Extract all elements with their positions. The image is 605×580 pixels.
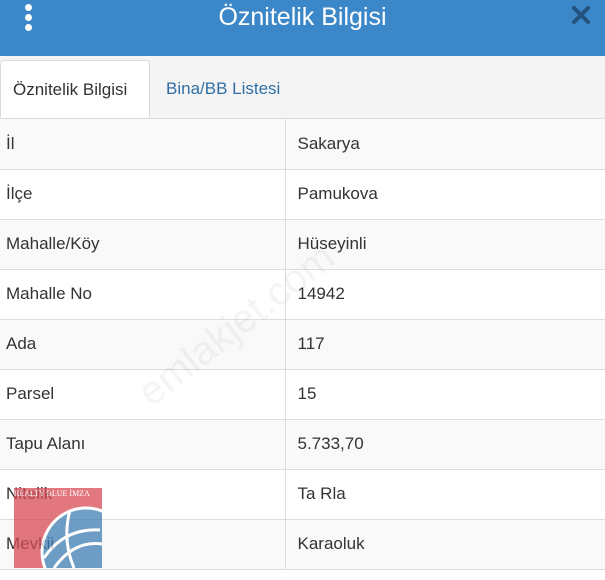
attribute-value: Hüseyinli	[285, 219, 605, 270]
attribute-value: Pamukova	[285, 169, 605, 220]
table-row: Tapu Alanı 5.733,70	[0, 419, 605, 470]
attribute-key: Nitelik	[0, 469, 286, 520]
attribute-value: Karaoluk	[285, 519, 605, 570]
tab-building-list[interactable]: Bina/BB Listesi	[152, 60, 294, 118]
attribute-key: Tapu Alanı	[0, 419, 286, 470]
attribute-value: Ta Rla	[285, 469, 605, 520]
dialog-title: Öznitelik Bilgisi	[218, 3, 387, 31]
tab-bar: Öznitelik Bilgisi Bina/BB Listesi	[0, 56, 605, 119]
attribute-key: Mahalle No	[0, 269, 286, 320]
table-row: İl Sakarya	[0, 119, 605, 170]
attribute-value: 14942	[285, 269, 605, 320]
table-row: Parsel 15	[0, 369, 605, 420]
attribute-value: Sakarya	[285, 119, 605, 170]
table-row: İlçe Pamukova	[0, 169, 605, 220]
attribute-key: İl	[0, 119, 286, 170]
attribute-key: Ada	[0, 319, 286, 370]
table-row: Mahalle/Köy Hüseyinli	[0, 219, 605, 270]
table-row: Mahalle No 14942	[0, 269, 605, 320]
title-bar: Öznitelik Bilgisi	[0, 0, 605, 56]
attribute-key: Mevkii	[0, 519, 286, 570]
attribute-value: 5.733,70	[285, 419, 605, 470]
table-row: Nitelik Ta Rla	[0, 469, 605, 520]
table-row: Ada 117	[0, 319, 605, 370]
attribute-key: Mahalle/Köy	[0, 219, 286, 270]
attribute-value: 117	[285, 319, 605, 370]
table-row: Mevkii Karaoluk	[0, 519, 605, 570]
close-icon[interactable]	[568, 2, 594, 28]
attribute-key: İlçe	[0, 169, 286, 220]
attribute-value: 15	[285, 369, 605, 420]
attribute-table: İl Sakarya İlçe Pamukova Mahalle/Köy Hüs…	[0, 119, 605, 570]
attribute-key: Parsel	[0, 369, 286, 420]
tab-attribute-info[interactable]: Öznitelik Bilgisi	[0, 60, 150, 118]
